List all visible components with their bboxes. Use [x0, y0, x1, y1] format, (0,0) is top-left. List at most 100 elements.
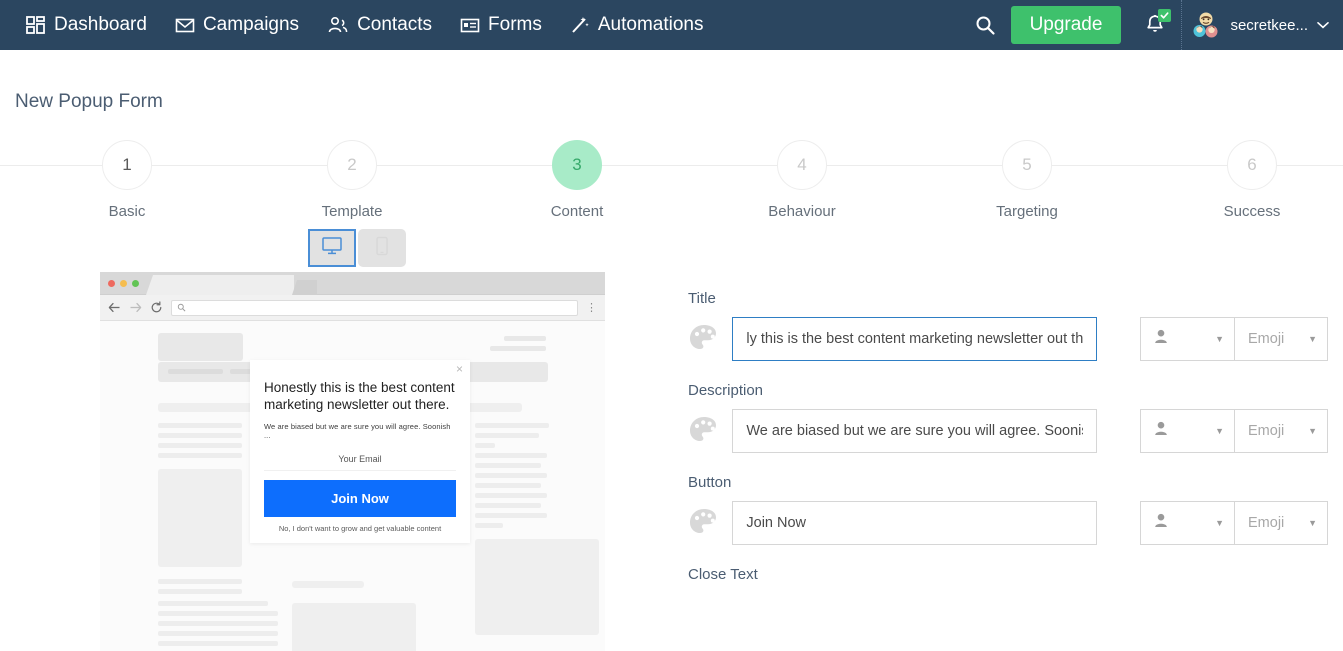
skeleton-header-line [504, 336, 546, 341]
stepper-step-template[interactable]: 2 Template [282, 140, 422, 220]
stepper-step-content[interactable]: 3 Content [507, 140, 647, 220]
chevron-down-icon: ▼ [1308, 334, 1317, 344]
step-label: Content [507, 203, 647, 220]
notifications-bell-button[interactable] [1135, 0, 1175, 50]
nav-item-forms[interactable]: Forms [446, 0, 556, 50]
desktop-icon [321, 236, 343, 261]
upgrade-button[interactable]: Upgrade [1011, 6, 1122, 44]
stepper-line [0, 165, 1343, 166]
palette-icon[interactable] [688, 323, 732, 355]
user-menu[interactable]: secretkee... [1191, 10, 1333, 40]
title-personalization-select[interactable]: ▼ [1140, 317, 1234, 361]
button-field-selects: ▼ Emoji ▼ [1140, 501, 1328, 545]
people-icon [327, 15, 349, 35]
step-label: Targeting [957, 203, 1097, 220]
popup-submit-button[interactable]: Join Now [264, 480, 456, 517]
chevron-down-icon: ▼ [1215, 518, 1224, 528]
skeleton-text-line [158, 589, 242, 594]
content-settings-form: Title [688, 290, 1328, 604]
chevron-down-icon [1317, 16, 1329, 34]
popup-preview: × Honestly this is the best content mark… [250, 360, 470, 543]
skeleton-text-line [475, 473, 547, 478]
skeleton-text-line [158, 601, 268, 606]
step-number: 4 [777, 140, 827, 190]
stepper-step-basic[interactable]: 1 Basic [57, 140, 197, 220]
check-icon [1158, 9, 1171, 22]
skeleton-text-line [158, 631, 278, 636]
field-group-close-text: Close Text [688, 566, 1328, 583]
skeleton-text-line [158, 611, 278, 616]
title-input[interactable] [732, 317, 1097, 361]
search-icon[interactable] [959, 0, 1011, 50]
mobile-preview-button[interactable] [358, 229, 406, 267]
chevron-down-icon: ▼ [1215, 334, 1224, 344]
close-icon[interactable]: × [456, 363, 463, 375]
skeleton-text-line [158, 443, 242, 448]
device-preview-toggle [308, 229, 406, 267]
skeleton-text-line [158, 453, 242, 458]
step-number: 1 [102, 140, 152, 190]
stepper-step-targeting[interactable]: 5 Targeting [957, 140, 1097, 220]
grid-icon [26, 15, 46, 35]
skeleton-block [292, 581, 364, 588]
step-number: 6 [1227, 140, 1277, 190]
desktop-preview-button[interactable] [308, 229, 356, 267]
description-input[interactable] [732, 409, 1097, 453]
browser-url-bar[interactable] [171, 300, 578, 316]
skeleton-text-line [475, 513, 547, 518]
person-icon [1154, 329, 1168, 349]
description-emoji-select[interactable]: Emoji ▼ [1234, 409, 1328, 453]
minimize-window-dot [120, 280, 127, 287]
skeleton-image [158, 469, 242, 567]
palette-icon[interactable] [688, 415, 732, 447]
nav-divider [1181, 0, 1182, 50]
title-field-label: Title [688, 290, 1328, 307]
title-field-selects: ▼ Emoji ▼ [1140, 317, 1328, 361]
preview-page-content: × Honestly this is the best content mark… [100, 321, 605, 651]
step-label: Template [282, 203, 422, 220]
skeleton-text-line [158, 579, 242, 584]
reload-icon[interactable] [150, 301, 163, 314]
browser-tab-secondary [292, 280, 317, 295]
button-personalization-select[interactable]: ▼ [1140, 501, 1234, 545]
skeleton-text-line [475, 443, 495, 448]
nav-item-label: Contacts [357, 14, 432, 36]
skeleton-image [475, 539, 599, 635]
top-navbar: Dashboard Campaigns Contacts [0, 0, 1343, 50]
popup-title: Honestly this is the best content market… [264, 379, 456, 414]
nav-item-campaigns[interactable]: Campaigns [161, 0, 313, 50]
window-controls [108, 280, 139, 287]
skeleton-logo [158, 333, 243, 361]
skeleton-text-line [475, 503, 541, 508]
nav-item-automations[interactable]: Automations [556, 0, 718, 50]
step-label: Basic [57, 203, 197, 220]
popup-close-text[interactable]: No, I don't want to grow and get valuabl… [264, 524, 456, 537]
step-number: 5 [1002, 140, 1052, 190]
arrow-right-icon[interactable] [129, 301, 142, 314]
skeleton-text-line [158, 621, 278, 626]
nav-item-contacts[interactable]: Contacts [313, 0, 446, 50]
browser-tab [146, 275, 294, 295]
step-label: Success [1182, 203, 1322, 220]
description-personalization-select[interactable]: ▼ [1140, 409, 1234, 453]
form-icon [460, 15, 480, 35]
button-emoji-select[interactable]: Emoji ▼ [1234, 501, 1328, 545]
nav-item-dashboard[interactable]: Dashboard [12, 0, 161, 50]
browser-titlebar [100, 272, 605, 295]
stepper-step-behaviour[interactable]: 4 Behaviour [732, 140, 872, 220]
field-group-button: Button [688, 474, 1328, 545]
popup-email-input[interactable]: Your Email [264, 449, 456, 471]
button-input[interactable] [732, 501, 1097, 545]
mobile-icon [375, 236, 389, 261]
person-icon [1154, 513, 1168, 533]
kebab-menu-icon[interactable]: ⋮ [586, 301, 597, 314]
stepper-step-success[interactable]: 6 Success [1182, 140, 1322, 220]
title-emoji-select[interactable]: Emoji ▼ [1234, 317, 1328, 361]
arrow-left-icon[interactable] [108, 301, 121, 314]
magic-wand-icon [570, 15, 590, 35]
palette-icon[interactable] [688, 507, 732, 539]
form-preview-panel: ⋮ [100, 272, 605, 651]
emoji-select-label: Emoji [1248, 423, 1284, 439]
emoji-select-label: Emoji [1248, 331, 1284, 347]
user-name: secretkee... [1230, 17, 1308, 34]
